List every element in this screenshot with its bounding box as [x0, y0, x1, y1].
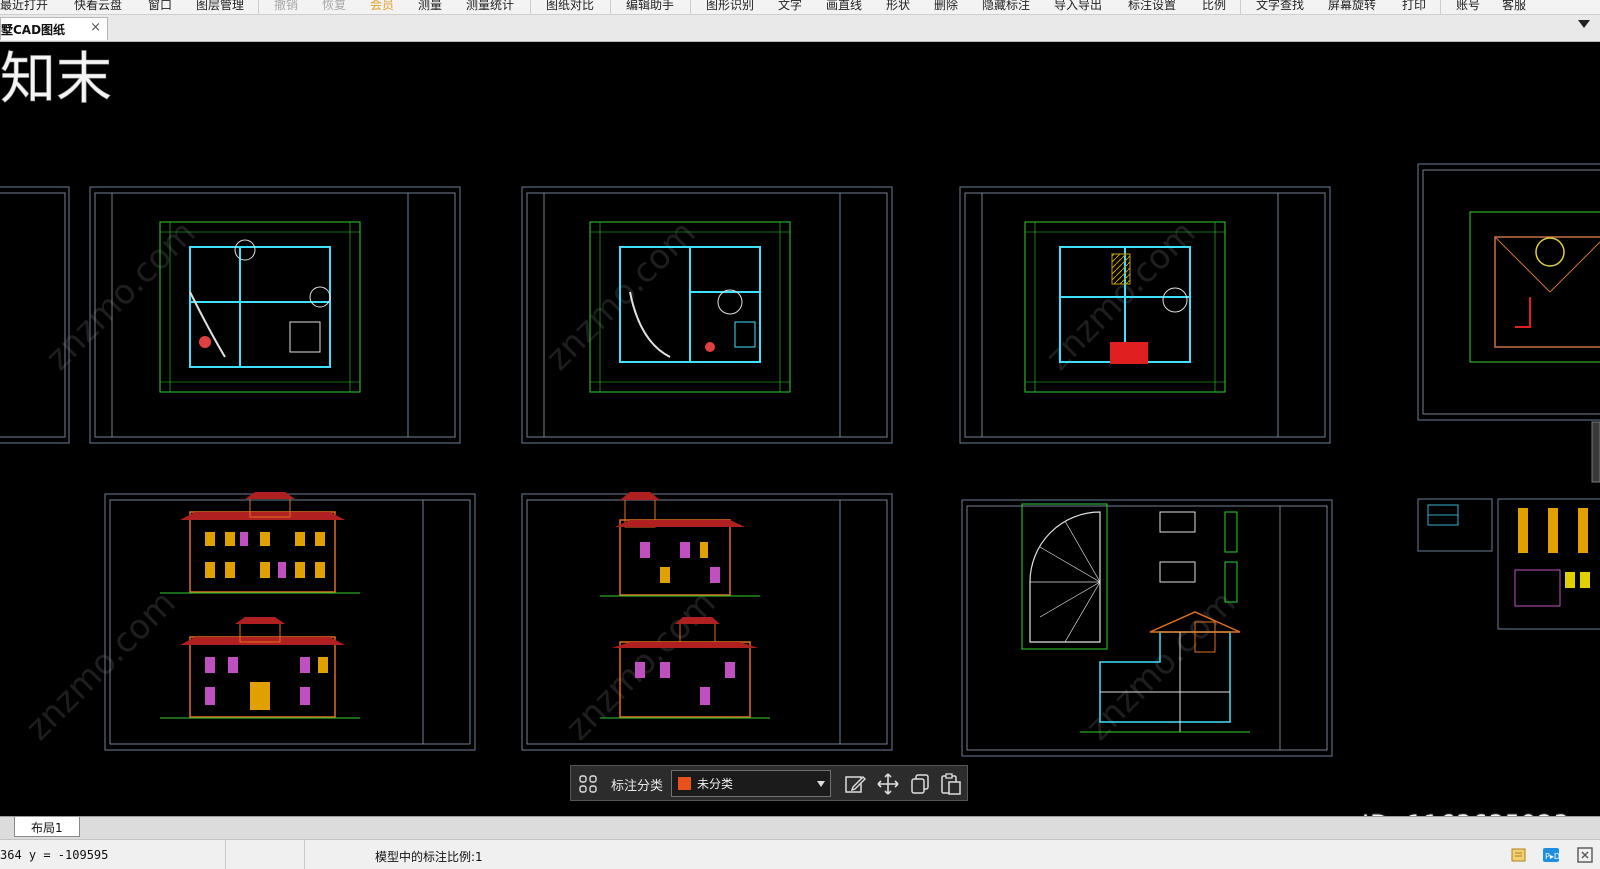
menu-cloud-disk[interactable]: 快看云盘	[74, 0, 122, 13]
menu-drawing-compare[interactable]: 图纸对比	[546, 0, 594, 13]
menu-measure-stats[interactable]: 测量统计	[466, 0, 514, 13]
paste-icon[interactable]	[939, 772, 963, 796]
menu-separator	[610, 0, 611, 14]
floor-plan-2	[589, 221, 791, 393]
status-separator	[225, 840, 226, 869]
grid-icon[interactable]	[579, 775, 597, 793]
annotation-toolbar: 标注分类 未分类	[570, 765, 968, 801]
layout-tab-label: 布局1	[31, 821, 63, 835]
menu-window[interactable]: 窗口	[148, 0, 172, 13]
detail-sheets	[1427, 504, 1590, 607]
svg-text:znzmo.com: znzmo.com	[38, 213, 203, 378]
menu-layer-manager[interactable]: 图层管理	[196, 0, 244, 13]
menu-hide-annotation[interactable]: 隐藏标注	[982, 0, 1030, 13]
document-tab[interactable]: 墅CAD图纸 ×	[0, 17, 108, 40]
layout-tab[interactable]: 布局1	[14, 817, 80, 837]
menu-redo[interactable]: 恢复	[322, 0, 346, 13]
layer-status-icon[interactable]	[1510, 846, 1528, 864]
menu-separator	[1440, 0, 1441, 14]
menu-edit-assistant[interactable]: 编辑助手	[626, 0, 674, 13]
menu-print[interactable]: 打印	[1402, 0, 1426, 13]
roof-plan	[1469, 211, 1600, 363]
layout-tab-bar: 布局1	[0, 816, 1600, 839]
cursor-coordinates: 364 y = -109595	[0, 848, 109, 862]
menu-account[interactable]: 账号	[1456, 0, 1480, 13]
close-icon[interactable]: ×	[90, 20, 101, 35]
menu-shape-recognition[interactable]: 图形识别	[706, 0, 754, 13]
elevation-1	[160, 492, 360, 594]
status-separator	[304, 840, 305, 869]
menu-draw-line[interactable]: 画直线	[826, 0, 862, 13]
menu-member[interactable]: 会员	[370, 0, 394, 13]
menu-annotation-settings[interactable]: 标注设置	[1128, 0, 1176, 13]
annotation-scale-text: 模型中的标注比例:1	[375, 850, 483, 864]
elevation-2	[160, 617, 360, 719]
cad-sheets: znzmo.com znzmo.com znzmo.com znzmo.com …	[0, 163, 1600, 757]
znzmo-logo: 知末	[0, 47, 112, 112]
chevron-down-icon	[817, 781, 825, 787]
category-color-swatch	[678, 777, 691, 790]
menu-bar: 最近打开 快看云盘 窗口 图层管理 撤销 恢复 会员 测量 测量统计 图纸对比 …	[0, 0, 1600, 15]
menu-shape[interactable]: 形状	[886, 0, 910, 13]
menu-text[interactable]: 文字	[778, 0, 802, 13]
annotation-category-value: 未分类	[697, 777, 734, 791]
svg-text:znzmo.com: znzmo.com	[1078, 583, 1243, 748]
vertical-scrollbar[interactable]	[1591, 421, 1600, 483]
annotation-category-label: 标注分类	[611, 779, 664, 794]
copy-icon[interactable]	[908, 772, 932, 796]
menu-delete[interactable]: 删除	[934, 0, 958, 13]
settings-status-icon[interactable]	[1576, 846, 1594, 864]
edit-icon[interactable]	[843, 772, 867, 796]
svg-text:P▸D: P▸D	[1545, 852, 1560, 861]
document-tab-title: 墅CAD图纸	[1, 23, 66, 37]
menu-separator	[530, 0, 531, 14]
menu-text-search[interactable]: 文字查找	[1256, 0, 1304, 13]
document-tab-strip: 墅CAD图纸 ×	[0, 15, 1600, 42]
floor-plan-1	[159, 221, 361, 393]
menu-recent-open[interactable]: 最近打开	[0, 0, 48, 13]
menu-scale[interactable]: 比例	[1202, 0, 1226, 13]
menu-customer-service[interactable]: 客服	[1502, 0, 1526, 13]
menu-measure[interactable]: 测量	[418, 0, 442, 13]
status-bar: 364 y = -109595 模型中的标注比例:1 P▸D	[0, 839, 1600, 869]
menu-separator	[690, 0, 691, 14]
cad-drawing-canvas[interactable]: znzmo.com znzmo.com znzmo.com znzmo.com …	[0, 42, 1600, 802]
menu-separator	[1240, 0, 1241, 14]
menu-screen-rotate[interactable]: 屏幕旋转	[1328, 0, 1376, 13]
annotation-category-select[interactable]: 未分类	[671, 770, 831, 797]
elevation-3	[600, 492, 760, 597]
menu-separator	[258, 0, 259, 14]
menu-undo[interactable]: 撤销	[274, 0, 298, 13]
move-icon[interactable]	[876, 772, 900, 796]
chevron-down-icon[interactable]	[1578, 20, 1590, 28]
svg-text:znzmo.com: znzmo.com	[18, 583, 183, 748]
pd-mode-icon[interactable]: P▸D	[1542, 846, 1560, 864]
menu-import-export[interactable]: 导入导出	[1054, 0, 1102, 13]
svg-text:知末: 知末	[0, 47, 112, 112]
